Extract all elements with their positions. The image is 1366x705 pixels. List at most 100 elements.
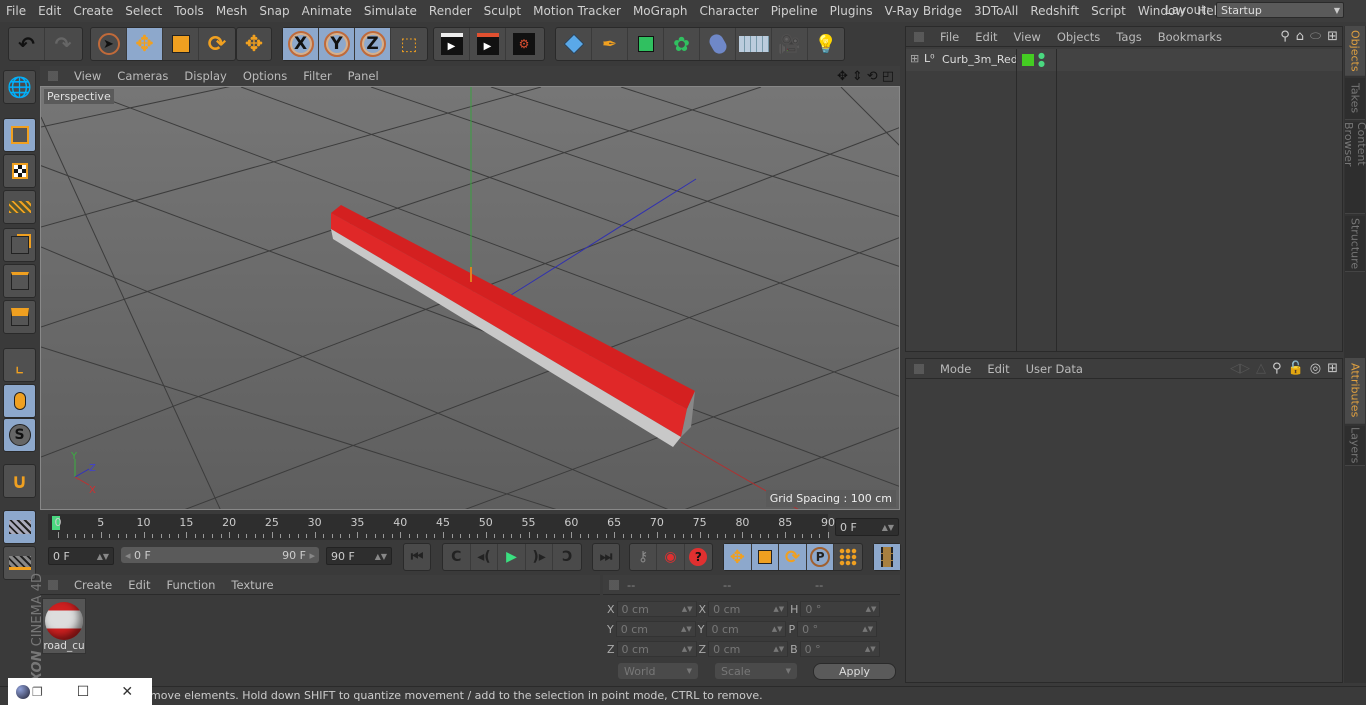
rot-h-field[interactable]: 0 ° ▲▼ [800, 601, 881, 617]
coordinate-mode-select[interactable]: World ▼ [618, 663, 698, 679]
go-to-start-button[interactable]: ⏮ [404, 544, 430, 570]
render-view-button[interactable]: ▶ [434, 28, 470, 60]
mograph-cloner-button[interactable]: ✿ [664, 28, 700, 60]
next-key-button[interactable]: Ↄ [553, 544, 581, 570]
go-to-end-button[interactable]: ⏭ [593, 544, 619, 570]
viewport-menu-options[interactable]: Options [235, 69, 295, 83]
objects-menu-file[interactable]: File [932, 30, 967, 44]
objects-menu-edit[interactable]: Edit [967, 30, 1005, 44]
end-frame-field[interactable]: 90 F ▲▼ [326, 547, 392, 565]
live-selection-button[interactable]: ➤ [91, 28, 127, 60]
pos-x-field[interactable]: 0 cm ▲▼ [616, 601, 697, 617]
menu-animate[interactable]: Animate [296, 4, 358, 18]
previous-frame-button[interactable]: ◂( [471, 544, 499, 570]
layer-color-swatch[interactable] [1022, 54, 1034, 66]
attributes-menu-edit[interactable]: Edit [979, 362, 1017, 376]
toggle-layout-icon[interactable]: ◰ [882, 69, 894, 84]
menu-create[interactable]: Create [67, 4, 119, 18]
menu-mesh[interactable]: Mesh [210, 4, 254, 18]
pen-button[interactable]: ✒ [592, 28, 628, 60]
size-mode-select[interactable]: Scale ▼ [715, 663, 797, 679]
range-right-arrow-icon[interactable]: ▸ [309, 549, 315, 562]
panel-grip-icon[interactable] [914, 363, 924, 374]
polygons-mode-button[interactable] [3, 300, 36, 334]
key-scale-button[interactable] [751, 544, 780, 570]
rot-p-field[interactable]: 0 ° ▲▼ [797, 621, 878, 637]
x-axis-lock-button[interactable]: X [283, 28, 319, 60]
back-arrow-icon[interactable]: ◁▷ [1230, 361, 1250, 376]
menu-vray-bridge[interactable]: V-Ray Bridge [879, 4, 968, 18]
tab-objects[interactable]: Objects [1345, 26, 1365, 76]
size-y-field[interactable]: 0 cm ▲▼ [706, 621, 787, 637]
viewport-menu-cameras[interactable]: Cameras [109, 69, 176, 83]
autokey-button[interactable]: ◉ [657, 544, 685, 570]
points-mode-button[interactable] [3, 228, 36, 262]
light-button[interactable]: 💡 [808, 28, 844, 60]
target-icon[interactable]: ◎ [1310, 361, 1321, 376]
expand-icon[interactable]: ⊞ [910, 52, 919, 65]
snap-button[interactable]: S [3, 418, 36, 452]
menu-file[interactable]: File [0, 4, 32, 18]
workplane-mode-button[interactable] [3, 190, 36, 224]
menu-plugins[interactable]: Plugins [824, 4, 879, 18]
orbit-icon[interactable]: ⟲ [867, 69, 878, 84]
search-icon[interactable]: ⚲ [1272, 361, 1282, 376]
tweak-mode-button[interactable] [3, 384, 36, 418]
timeline-ruler[interactable]: 0 5 10 15 20 25 30 35 40 45 50 55 60 65 70 75 80 85 90 [48, 514, 835, 540]
attributes-menu-mode[interactable]: Mode [932, 362, 979, 376]
model-mode-button[interactable] [3, 118, 36, 152]
y-axis-lock-button[interactable]: Y [319, 28, 355, 60]
apply-button[interactable]: Apply [813, 663, 896, 680]
recent-tool-button[interactable]: ✥ [237, 28, 271, 60]
menu-motion-tracker[interactable]: Motion Tracker [527, 4, 627, 18]
close-icon[interactable]: ✕ [121, 684, 133, 700]
objects-menu-view[interactable]: View [1006, 30, 1049, 44]
menu-snap[interactable]: Snap [253, 4, 295, 18]
magnet-button[interactable]: ∪ [3, 464, 36, 498]
viewport-menu-view[interactable]: View [66, 69, 109, 83]
menu-select[interactable]: Select [119, 4, 168, 18]
camera-button[interactable]: 🎥 [772, 28, 808, 60]
viewport-menu-display[interactable]: Display [176, 69, 234, 83]
next-frame-button[interactable]: )▸ [526, 544, 554, 570]
objects-menu-bookmarks[interactable]: Bookmarks [1150, 30, 1230, 44]
object-name[interactable]: Curb_3m_Red [942, 53, 1018, 66]
tab-layers[interactable]: Layers [1345, 426, 1365, 466]
new-panel-icon[interactable]: ⊞ [1327, 29, 1338, 44]
dolly-icon[interactable]: ⇕ [852, 69, 863, 84]
panel-grip-icon[interactable] [914, 31, 924, 42]
viewport-menu-panel[interactable]: Panel [340, 69, 387, 83]
menu-sculpt[interactable]: Sculpt [478, 4, 527, 18]
move-button[interactable]: ✥ [127, 28, 163, 60]
tab-takes[interactable]: Takes [1345, 78, 1365, 120]
material-menu-create[interactable]: Create [66, 578, 120, 592]
keyframe-selection-button[interactable]: ? [685, 544, 712, 570]
tab-attributes[interactable]: Attributes [1345, 358, 1365, 424]
size-z-field[interactable]: 0 cm ▲▼ [708, 641, 789, 657]
timeline-window-button[interactable] [874, 544, 900, 570]
z-axis-lock-button[interactable]: Z [355, 28, 391, 60]
cube-button[interactable] [556, 28, 592, 60]
render-picture-viewer-button[interactable]: ▶ [470, 28, 506, 60]
menu-script[interactable]: Script [1085, 4, 1132, 18]
home-icon[interactable]: ⌂ [1296, 29, 1304, 44]
menu-pipeline[interactable]: Pipeline [765, 4, 824, 18]
redo-button[interactable]: ↷ [45, 28, 81, 60]
workplane-lock-button[interactable] [3, 510, 36, 544]
menu-render[interactable]: Render [423, 4, 478, 18]
frame-range-slider[interactable]: ◂ 0 F 90 F ▸ [121, 547, 319, 563]
current-frame-field[interactable]: 0 F ▲▼ [835, 518, 899, 536]
texture-mode-button[interactable] [3, 154, 36, 188]
object-row[interactable]: ⊞ L⁰ Curb_3m_Red ● ● [906, 49, 1342, 71]
lock-icon[interactable]: 🔓 [1288, 361, 1304, 376]
record-keys-button[interactable]: ⚷ [630, 544, 658, 570]
menu-edit[interactable]: Edit [32, 4, 67, 18]
start-frame-field[interactable]: 0 F ▲▼ [48, 547, 114, 565]
pan-icon[interactable]: ✥ [837, 69, 848, 84]
axis-mode-button[interactable]: ⌞ [3, 348, 36, 382]
menu-3dtoall[interactable]: 3DToAll [968, 4, 1024, 18]
pos-z-field[interactable]: 0 cm ▲▼ [616, 641, 697, 657]
previous-key-button[interactable]: C [443, 544, 471, 570]
subdivision-button[interactable] [628, 28, 664, 60]
render-settings-button[interactable]: ⚙ [506, 28, 542, 60]
